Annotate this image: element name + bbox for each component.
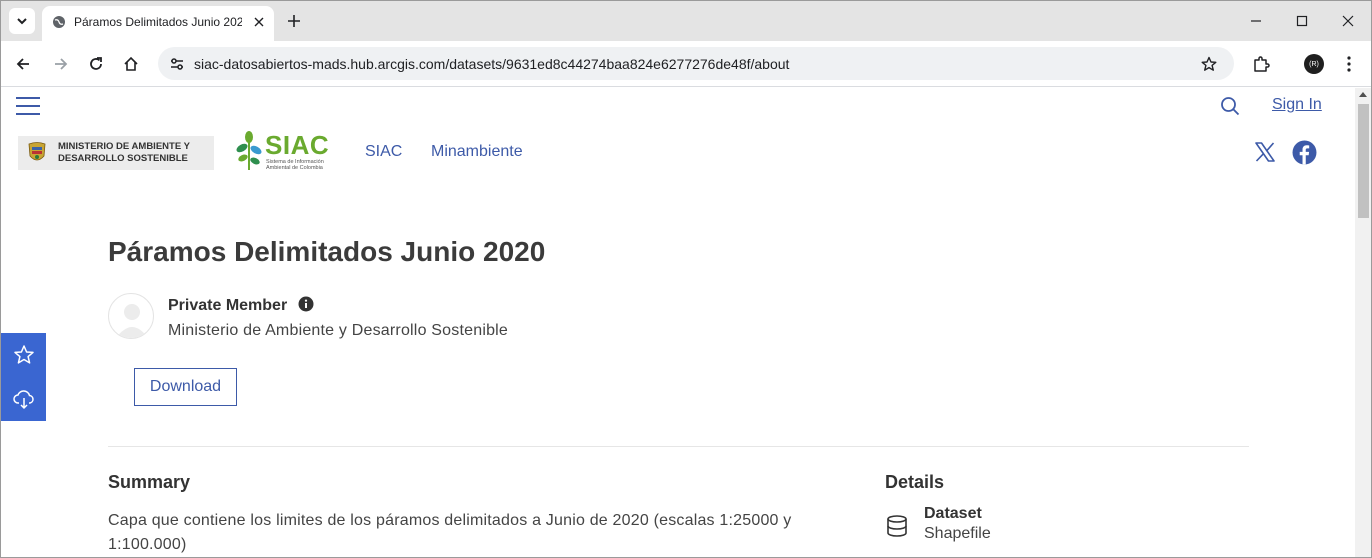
chevron-down-icon <box>17 18 27 25</box>
menu-button[interactable] <box>16 96 40 116</box>
browser-window: Páramos Delimitados Junio 202 siac-datos… <box>0 0 1372 558</box>
summary-heading: Summary <box>108 472 191 492</box>
sign-in-link[interactable]: Sign In <box>1272 96 1322 114</box>
arrow-left-icon <box>16 58 29 70</box>
siac-logo[interactable]: SIAC Sistema de Información Ambiental de… <box>235 130 345 174</box>
home-icon <box>124 56 138 71</box>
owner-avatar <box>108 293 154 339</box>
reload-icon <box>90 57 102 70</box>
tab-strip: Páramos Delimitados Junio 202 <box>1 1 1371 41</box>
browser-toolbar: siac-datosabiertos-mads.hub.arcgis.com/d… <box>1 41 1371 87</box>
tab-title: Páramos Delimitados Junio 202 <box>74 15 242 29</box>
facebook-icon[interactable] <box>1292 140 1317 165</box>
extensions-button[interactable] <box>1249 52 1273 76</box>
minimize-button[interactable] <box>1246 11 1266 31</box>
details-heading: Details <box>885 472 945 492</box>
bookmark-button[interactable] <box>1198 53 1220 75</box>
owner-organization: Ministerio de Ambiente y Desarrollo Sost… <box>168 322 509 339</box>
forward-button[interactable] <box>49 52 73 76</box>
ministry-logo-line-2: DESARROLLO SOSTENIBLE <box>58 153 188 164</box>
x-twitter-icon[interactable] <box>1254 141 1276 163</box>
cloud-download-icon <box>13 390 34 410</box>
plus-icon <box>288 15 300 27</box>
detail-type-label: Dataset <box>924 505 982 522</box>
search-icon[interactable] <box>1220 96 1240 116</box>
tab-search-button[interactable] <box>9 8 35 34</box>
url-text: siac-datosabiertos-mads.hub.arcgis.com/d… <box>194 56 790 72</box>
summary-text: Capa que contiene los limites de los pár… <box>108 512 792 553</box>
page-content: Sign In MINISTERIO DE AMBIENTE Y DESARRO… <box>1 88 1355 557</box>
browser-tab[interactable]: Páramos Delimitados Junio 202 <box>42 6 274 41</box>
reload-button[interactable] <box>84 52 108 76</box>
scroll-up-arrow[interactable] <box>1359 92 1367 97</box>
site-info-button[interactable] <box>166 53 188 75</box>
profile-avatar[interactable]: (R) <box>1304 54 1324 74</box>
database-icon <box>887 515 907 537</box>
page-scrollbar[interactable] <box>1355 88 1371 557</box>
info-icon[interactable] <box>298 296 314 312</box>
siac-logo-subtitle: Sistema de Información Ambiental de Colo… <box>266 159 324 171</box>
nav-link-minambiente[interactable]: Minambiente <box>431 143 523 161</box>
scrollbar-thumb[interactable] <box>1358 104 1369 218</box>
back-button[interactable] <box>11 52 35 76</box>
nav-link-siac[interactable]: SIAC <box>365 143 402 161</box>
home-button[interactable] <box>119 52 143 76</box>
globe-icon <box>53 16 65 28</box>
new-tab-button[interactable] <box>284 11 304 31</box>
tab-close-button[interactable] <box>250 13 268 31</box>
side-action-panel <box>1 333 46 421</box>
more-vertical-icon <box>1347 56 1351 72</box>
arrow-right-icon <box>55 58 68 70</box>
favorite-button[interactable] <box>12 343 36 367</box>
maximize-icon <box>1296 15 1308 27</box>
tune-icon <box>171 58 183 70</box>
page-title: Páramos Delimitados Junio 2020 <box>108 236 546 267</box>
ministry-logo[interactable]: MINISTERIO DE AMBIENTE Y DESARROLLO SOST… <box>18 136 214 170</box>
detail-type-value: Shapefile <box>924 525 991 542</box>
address-bar[interactable]: siac-datosabiertos-mads.hub.arcgis.com/d… <box>158 47 1234 80</box>
coat-of-arms-icon <box>28 142 46 161</box>
owner-name: Private Member <box>168 297 288 314</box>
close-icon <box>254 17 264 27</box>
ministry-logo-line-1: MINISTERIO DE AMBIENTE Y <box>58 141 190 152</box>
window-close-button[interactable] <box>1338 11 1358 31</box>
leaf-icon <box>236 131 262 170</box>
section-divider <box>108 446 1249 447</box>
star-icon <box>14 345 34 364</box>
download-button[interactable]: Download <box>134 368 237 406</box>
star-icon <box>1201 56 1217 71</box>
close-icon <box>1342 15 1354 27</box>
puzzle-icon <box>1254 56 1270 72</box>
siac-logo-word: SIAC <box>265 130 330 160</box>
minimize-icon <box>1251 20 1261 22</box>
user-placeholder-icon <box>116 304 148 338</box>
side-download-button[interactable] <box>12 387 36 411</box>
maximize-button[interactable] <box>1292 11 1312 31</box>
browser-menu-button[interactable] <box>1339 52 1359 76</box>
